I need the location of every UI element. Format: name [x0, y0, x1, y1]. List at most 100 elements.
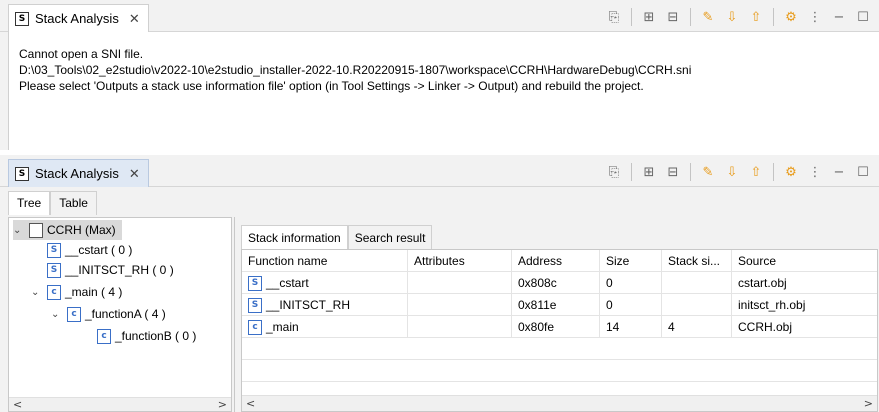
column-header-attributes[interactable]: Attributes: [408, 250, 512, 272]
cell-address: 0x808c: [512, 272, 600, 294]
toolbar-separator: [631, 163, 632, 181]
settings-icon[interactable]: ⚙: [781, 162, 801, 182]
view-menu-icon[interactable]: ⋮: [805, 162, 825, 182]
column-header-function-name[interactable]: Function name: [242, 250, 408, 272]
c-file-icon: c: [248, 319, 262, 335]
cell-stack-size: [662, 272, 732, 294]
scroll-right-icon[interactable]: >: [864, 397, 873, 410]
s-file-icon: S: [248, 275, 262, 291]
view-mode-tabs: Tree Table: [8, 191, 97, 215]
export-icon[interactable]: ⎘: [604, 162, 624, 182]
cell-size: 0: [600, 294, 662, 316]
arrow-up-icon[interactable]: ⇧: [746, 162, 766, 182]
pen-icon[interactable]: ✎: [698, 7, 718, 27]
expand-all-icon[interactable]: ⊞: [639, 162, 659, 182]
sni-file-path: D:\03_Tools\02_e2studio\v2022-10\e2studi…: [19, 63, 692, 77]
cell-attributes: [408, 272, 512, 294]
cell-source: initsct_rh.obj: [738, 298, 806, 312]
toolbar-separator: [773, 8, 774, 26]
error-message-line: Cannot open a SNI file.: [19, 47, 144, 61]
stack-analysis-icon: S: [15, 166, 29, 181]
tree-item-functiona[interactable]: ⌄ c _functionA ( 4 ): [51, 304, 166, 324]
cell-function-name: c _main: [242, 316, 408, 338]
tab-table[interactable]: Table: [50, 191, 97, 215]
minimize-icon[interactable]: −: [829, 7, 849, 27]
cell-size: 14: [600, 316, 662, 338]
collapse-all-icon[interactable]: ⊟: [663, 162, 683, 182]
settings-icon[interactable]: ⚙: [781, 7, 801, 27]
table-row-empty: [242, 360, 877, 382]
table-row[interactable]: S __cstart 0x808c 0 cstart.obj: [242, 272, 877, 294]
tree-item-ccrh[interactable]: ⌄ CCRH (Max): [13, 220, 122, 240]
table-row[interactable]: c _main 0x80fe 14 4 CCRH.obj: [242, 316, 877, 338]
cell-stack-size: 4: [662, 316, 732, 338]
c-file-icon: c: [47, 284, 61, 300]
c-file-icon: c: [97, 328, 111, 344]
stack-analysis-icon: S: [15, 11, 29, 26]
column-header-address[interactable]: Address: [512, 250, 600, 272]
cell-stack-size: [662, 294, 732, 316]
function-name-text: _main: [266, 320, 299, 334]
tree-item-initsct-rh[interactable]: S __INITSCT_RH ( 0 ): [47, 260, 174, 280]
tree-item-label: _functionB ( 0 ): [115, 329, 197, 343]
tab-stack-information[interactable]: Stack information: [241, 225, 348, 249]
scroll-right-icon[interactable]: >: [218, 398, 227, 411]
toolbar-separator: [690, 8, 691, 26]
tree-item-functionb[interactable]: c _functionB ( 0 ): [97, 326, 196, 346]
table-header: Function name Attributes Address Size St…: [242, 250, 877, 272]
arrow-down-icon[interactable]: ⇩: [722, 162, 742, 182]
chevron-down-icon[interactable]: ⌄: [51, 309, 63, 320]
view-tab-stack-analysis[interactable]: S Stack Analysis ✕: [8, 159, 149, 187]
minimize-icon[interactable]: −: [829, 162, 849, 182]
table-horizontal-scrollbar[interactable]: < >: [242, 395, 877, 411]
tab-tree[interactable]: Tree: [8, 191, 51, 215]
table-row-empty: [242, 338, 877, 360]
column-header-stack-size[interactable]: Stack si...: [662, 250, 732, 272]
close-icon[interactable]: ✕: [129, 166, 140, 182]
stack-analysis-panel-top: S Stack Analysis ✕ ⎘ ⊞ ⊟ ✎ ⇩ ⇧ ⚙ ⋮ − ☐ C: [0, 0, 879, 150]
details-pane: Stack information Search result Function…: [234, 217, 879, 412]
view-toolbar: ⎘ ⊞ ⊟ ✎ ⇩ ⇧ ⚙ ⋮ − ☐: [604, 6, 873, 28]
function-name-text: __cstart: [266, 276, 309, 290]
view-menu-icon[interactable]: ⋮: [805, 7, 825, 27]
function-name-text: __INITSCT_RH: [266, 298, 351, 312]
cell-address: 0x80fe: [512, 316, 600, 338]
export-icon[interactable]: ⎘: [604, 7, 624, 27]
maximize-icon[interactable]: ☐: [853, 7, 873, 27]
expand-all-icon[interactable]: ⊞: [639, 7, 659, 27]
s-file-icon: S: [47, 242, 61, 258]
tree-item-label: __INITSCT_RH ( 0 ): [65, 263, 174, 277]
toolbar-separator: [773, 163, 774, 181]
view-tab-bar: S Stack Analysis ✕ ⎘ ⊞ ⊟ ✎ ⇩ ⇧ ⚙ ⋮ − ☐: [0, 155, 879, 187]
column-header-size[interactable]: Size: [600, 250, 662, 272]
table-row[interactable]: S __INITSCT_RH 0x811e 0 initsct_rh.obj: [242, 294, 877, 316]
toolbar-separator: [631, 8, 632, 26]
file-icon: [29, 222, 43, 238]
s-file-icon: S: [47, 262, 61, 278]
arrow-up-icon[interactable]: ⇧: [746, 7, 766, 27]
tree-item-label: _functionA ( 4 ): [85, 307, 166, 321]
arrow-down-icon[interactable]: ⇩: [722, 7, 742, 27]
scroll-left-icon[interactable]: <: [13, 398, 22, 411]
chevron-down-icon[interactable]: ⌄: [13, 225, 25, 236]
stack-analysis-panel-bottom: S Stack Analysis ✕ ⎘ ⊞ ⊟ ✎ ⇩ ⇧ ⚙ ⋮ − ☐ T…: [0, 155, 879, 412]
maximize-icon[interactable]: ☐: [853, 162, 873, 182]
cell-address: 0x811e: [512, 294, 600, 316]
view-tab-bar: S Stack Analysis ✕ ⎘ ⊞ ⊟ ✎ ⇩ ⇧ ⚙ ⋮ − ☐: [0, 0, 879, 32]
tree-horizontal-scrollbar[interactable]: < >: [9, 397, 231, 411]
instruction-message-line: Please select 'Outputs a stack use infor…: [19, 79, 644, 93]
tree-item-main[interactable]: ⌄ c _main ( 4 ): [31, 282, 122, 302]
cell-source: CCRH.obj: [738, 320, 793, 334]
stack-information-table: Function name Attributes Address Size St…: [241, 249, 878, 412]
cell-attributes: [408, 316, 512, 338]
scroll-left-icon[interactable]: <: [246, 397, 255, 410]
view-tab-stack-analysis[interactable]: S Stack Analysis ✕: [8, 4, 149, 32]
collapse-all-icon[interactable]: ⊟: [663, 7, 683, 27]
chevron-down-icon[interactable]: ⌄: [31, 287, 43, 298]
tree-item-cstart[interactable]: S __cstart ( 0 ): [47, 240, 132, 260]
call-tree: ⌄ CCRH (Max) S __cstart ( 0 ) S __INITSC…: [8, 217, 232, 412]
close-icon[interactable]: ✕: [129, 11, 140, 27]
tab-search-result[interactable]: Search result: [347, 225, 433, 249]
pen-icon[interactable]: ✎: [698, 162, 718, 182]
column-header-source[interactable]: Source: [732, 250, 879, 272]
